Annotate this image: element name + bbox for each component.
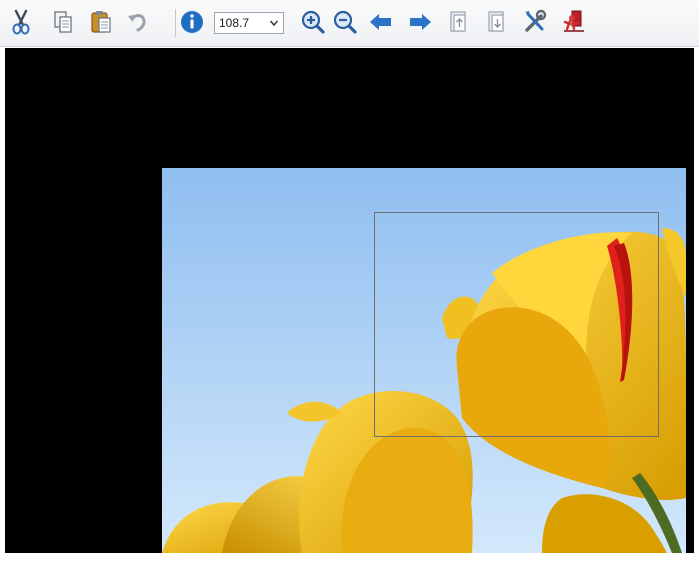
info-button[interactable] xyxy=(177,7,207,37)
copy-button[interactable] xyxy=(48,7,78,37)
scissors-icon xyxy=(12,9,30,35)
cut-button[interactable] xyxy=(6,7,36,37)
zoom-in-icon xyxy=(301,10,325,34)
chevron-down-icon xyxy=(269,20,279,27)
selection-rectangle[interactable] xyxy=(374,212,659,437)
zoom-level-select[interactable] xyxy=(214,12,284,34)
tools-button[interactable] xyxy=(520,7,550,37)
info-icon xyxy=(181,11,203,33)
toolbar xyxy=(0,0,699,47)
copy-icon xyxy=(54,11,72,33)
paste-icon xyxy=(91,11,111,33)
forward-button[interactable] xyxy=(405,7,435,37)
page-down-icon xyxy=(488,11,504,32)
paste-button[interactable] xyxy=(86,7,116,37)
toolbar-separator xyxy=(175,9,176,37)
undo-button[interactable] xyxy=(123,7,153,37)
arrow-left-icon xyxy=(370,14,391,30)
arrow-right-icon xyxy=(410,14,431,30)
back-button[interactable] xyxy=(366,7,396,37)
page-up-icon xyxy=(450,11,466,32)
close-button[interactable] xyxy=(560,7,590,37)
image-viewport[interactable] xyxy=(5,48,694,553)
page-down-button[interactable] xyxy=(481,7,511,37)
zoom-out-button[interactable] xyxy=(330,7,360,37)
undo-icon xyxy=(128,14,146,32)
exit-icon xyxy=(563,10,584,32)
zoom-in-button[interactable] xyxy=(298,7,328,37)
zoom-out-icon xyxy=(333,10,357,34)
page-up-button[interactable] xyxy=(443,7,473,37)
tools-icon xyxy=(525,9,547,32)
zoom-level-input[interactable] xyxy=(217,14,267,32)
